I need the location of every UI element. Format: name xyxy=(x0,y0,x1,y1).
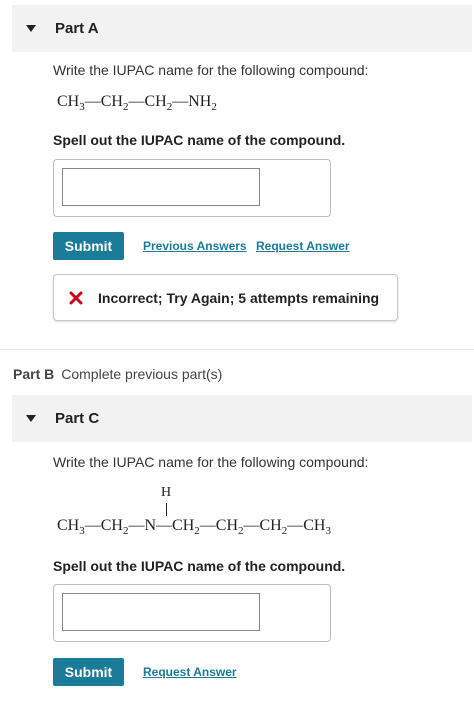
part-a-feedback: Incorrect; Try Again; 5 attempts remaini… xyxy=(53,274,398,321)
formula-group: CH2 xyxy=(100,93,129,114)
formula-bond: — xyxy=(243,517,260,534)
part-b-row: Part B Complete previous part(s) xyxy=(13,366,222,382)
formula-group: N xyxy=(144,517,157,534)
caret-down-icon[interactable] xyxy=(26,25,36,32)
formula-bond: — xyxy=(199,517,216,534)
part-c-request-answer-link[interactable]: Request Answer xyxy=(143,665,237,679)
part-c-answer-box xyxy=(53,584,331,642)
formula-group: CH3 xyxy=(57,93,85,114)
part-a-header[interactable]: Part A xyxy=(12,5,472,52)
formula-group: CH2 xyxy=(144,93,173,114)
part-c-formula: CH3—CH2—N—CH2—CH2—CH2—CH3 xyxy=(57,517,331,537)
formula-group: CH3 xyxy=(57,517,85,538)
formula-bond: — xyxy=(128,93,145,110)
divider xyxy=(0,349,474,350)
part-c-question: Write the IUPAC name for the following c… xyxy=(53,454,369,470)
part-a-answer-box xyxy=(53,159,331,217)
part-a-formula: CH3—CH2—CH2—NH2 xyxy=(57,93,217,113)
part-a-question: Write the IUPAC name for the following c… xyxy=(53,62,369,78)
formula-bond: — xyxy=(156,517,173,534)
previous-answers-link[interactable]: Previous Answers xyxy=(143,239,247,253)
formula-bond: — xyxy=(287,517,304,534)
x-icon xyxy=(69,291,83,304)
part-a-title: Part A xyxy=(55,20,99,37)
part-a-answer-input[interactable] xyxy=(62,168,260,206)
formula-group: CH3 xyxy=(303,517,331,538)
part-a-request-answer-link[interactable]: Request Answer xyxy=(256,239,350,253)
part-c-submit-button[interactable]: Submit xyxy=(53,658,124,686)
part-b-status: Complete previous part(s) xyxy=(61,366,223,382)
formula-bond: — xyxy=(84,517,101,534)
part-c-formula-h: H xyxy=(161,485,172,500)
part-c-answer-input[interactable] xyxy=(62,593,260,631)
formula-bond: — xyxy=(84,93,101,110)
feedback-text: Incorrect; Try Again; 5 attempts remaini… xyxy=(98,289,380,306)
part-c-formula-vertical-bond xyxy=(166,503,167,516)
part-a-prompt: Spell out the IUPAC name of the compound… xyxy=(53,132,346,148)
formula-group: CH2 xyxy=(259,517,288,538)
formula-group: NH2 xyxy=(188,93,217,114)
formula-bond: — xyxy=(128,517,145,534)
part-c-prompt: Spell out the IUPAC name of the compound… xyxy=(53,558,346,574)
part-a-submit-button[interactable]: Submit xyxy=(53,232,124,260)
part-b-label: Part B xyxy=(13,366,55,382)
formula-group: CH2 xyxy=(172,517,200,538)
formula-bond: — xyxy=(172,93,189,110)
part-c-title: Part C xyxy=(55,410,100,427)
part-c-header[interactable]: Part C xyxy=(12,395,472,442)
formula-group: CH2 xyxy=(100,517,129,538)
formula-group: CH2 xyxy=(215,517,244,538)
caret-down-icon[interactable] xyxy=(26,415,36,422)
